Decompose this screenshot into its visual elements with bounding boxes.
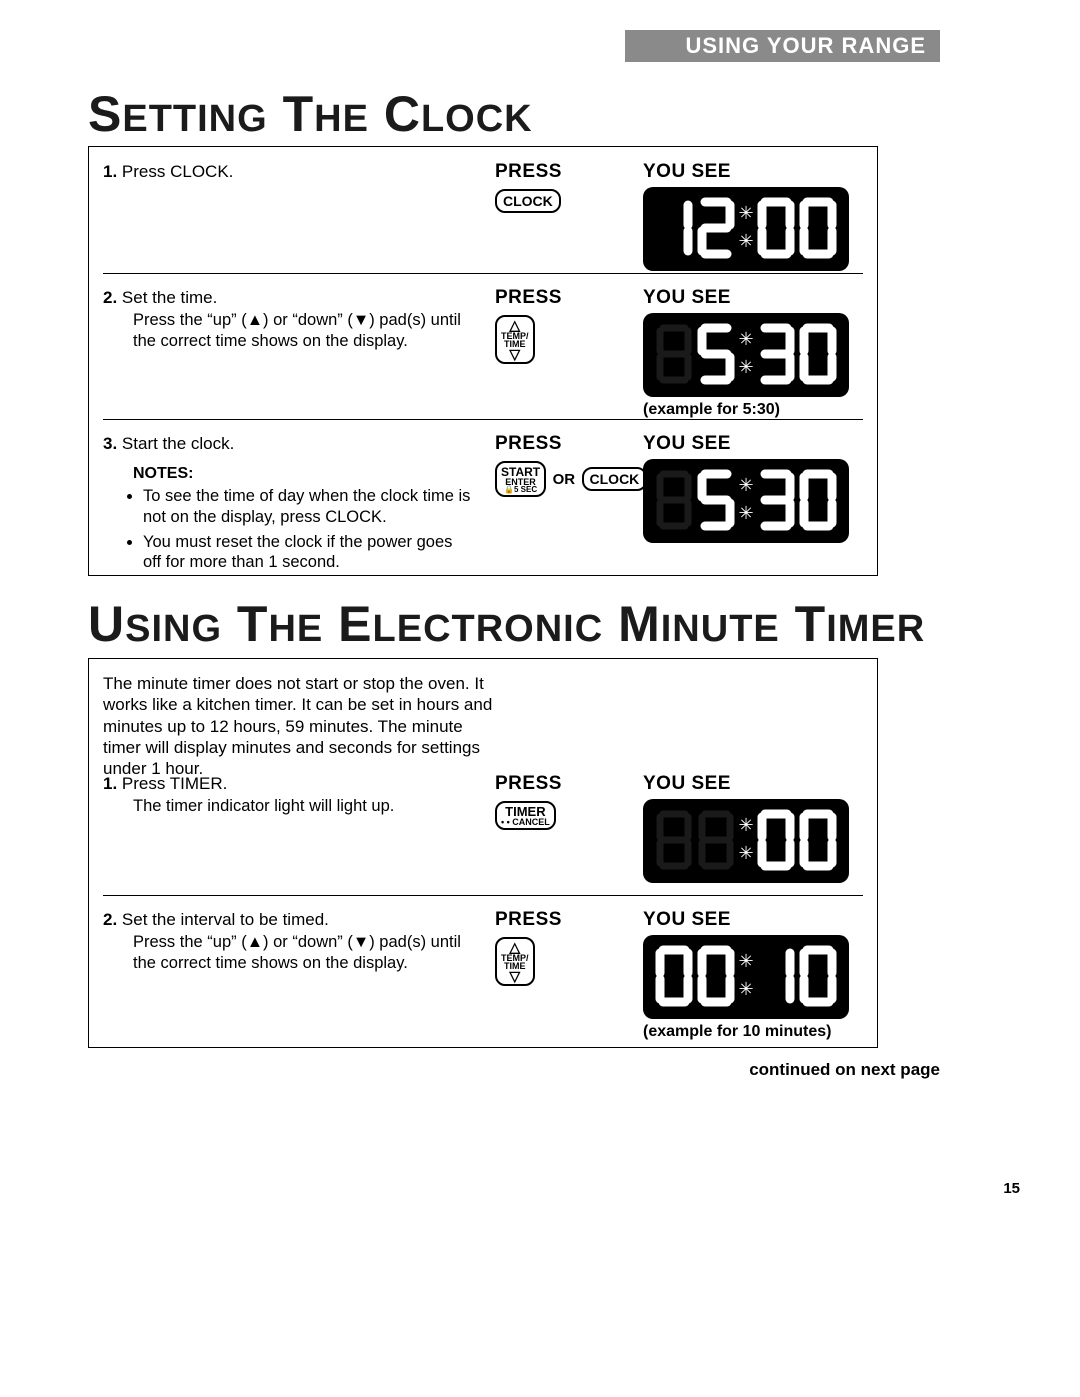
press-label: PRESS xyxy=(495,773,635,795)
step-text: Set the interval to be timed. xyxy=(122,910,329,929)
svg-text:✳: ✳ xyxy=(738,843,753,863)
step-text: Press CLOCK. xyxy=(122,162,233,181)
step-number: 2. xyxy=(103,288,117,307)
svg-text:✳: ✳ xyxy=(738,815,753,835)
display-caption: (example for 5:30) xyxy=(643,401,849,419)
note-item: You must reset the clock if the power go… xyxy=(143,532,473,573)
temp-time-button[interactable]: △ TEMP/ TIME ▽ xyxy=(495,315,535,364)
you-see-label: YOU SEE xyxy=(643,433,849,455)
display-0010: ✳ ✳ xyxy=(643,935,849,1019)
step-subtext: The timer indicator light will light up. xyxy=(133,796,463,817)
clock-button[interactable]: CLOCK xyxy=(495,189,561,213)
you-see-label: YOU SEE xyxy=(643,773,849,795)
temp-time-button[interactable]: △ TEMP/ TIME ▽ xyxy=(495,937,535,986)
step-subtext: Press the “up” (▲) or “down” (▼) pad(s) … xyxy=(133,310,463,351)
section-header-bar: USING YOUR RANGE xyxy=(625,30,940,62)
display-00: ✳ ✳ xyxy=(643,799,849,883)
page-number: 15 xyxy=(1003,1180,1020,1197)
instructions-box-timer: The minute timer does not start or stop … xyxy=(88,658,878,1048)
instructions-box-clock: 1. Press CLOCK. PRESS CLOCK YOU SEE ✳ ✳ … xyxy=(88,146,878,576)
press-label: PRESS xyxy=(495,161,635,183)
section-title-setting-clock: SETTING THE CLOCK xyxy=(88,85,533,143)
press-label: PRESS xyxy=(495,433,635,455)
step-text: Start the clock. xyxy=(122,434,234,453)
display-530b: ✳ ✳ xyxy=(643,459,849,543)
display-530: ✳ ✳ xyxy=(643,313,849,397)
svg-text:✳: ✳ xyxy=(738,475,753,495)
step-text: Press TIMER. xyxy=(122,774,227,793)
step-number: 1. xyxy=(103,162,117,181)
you-see-label: YOU SEE xyxy=(643,287,849,309)
notes-heading: NOTES: xyxy=(133,464,473,484)
svg-text:✳: ✳ xyxy=(738,951,753,971)
step-number: 3. xyxy=(103,434,117,453)
step-subtext: Press the “up” (▲) or “down” (▼) pad(s) … xyxy=(133,932,463,973)
press-label: PRESS xyxy=(495,909,635,931)
display-caption: (example for 10 minutes) xyxy=(643,1023,849,1041)
or-label: OR xyxy=(553,471,576,488)
svg-text:✳: ✳ xyxy=(738,203,753,223)
svg-text:✳: ✳ xyxy=(738,329,753,349)
section-title-minute-timer: USING THE ELECTRONIC MINUTE TIMER xyxy=(88,595,925,653)
svg-text:✳: ✳ xyxy=(738,357,753,377)
note-item: To see the time of day when the clock ti… xyxy=(143,486,473,527)
you-see-label: YOU SEE xyxy=(643,909,849,931)
step-number: 1. xyxy=(103,774,117,793)
svg-text:✳: ✳ xyxy=(738,503,753,523)
continued-label: continued on next page xyxy=(749,1060,940,1080)
you-see-label: YOU SEE xyxy=(643,161,849,183)
step-number: 2. xyxy=(103,910,117,929)
display-1200: ✳ ✳ xyxy=(643,187,849,271)
svg-text:✳: ✳ xyxy=(738,979,753,999)
clock-button[interactable]: CLOCK xyxy=(582,467,648,491)
start-enter-button[interactable]: START ENTER 🔒5 SEC xyxy=(495,461,546,497)
svg-text:✳: ✳ xyxy=(738,231,753,251)
timer-button[interactable]: TIMER • • CANCEL xyxy=(495,801,556,830)
section-intro: The minute timer does not start or stop … xyxy=(103,674,492,778)
press-label: PRESS xyxy=(495,287,635,309)
step-text: Set the time. xyxy=(122,288,217,307)
